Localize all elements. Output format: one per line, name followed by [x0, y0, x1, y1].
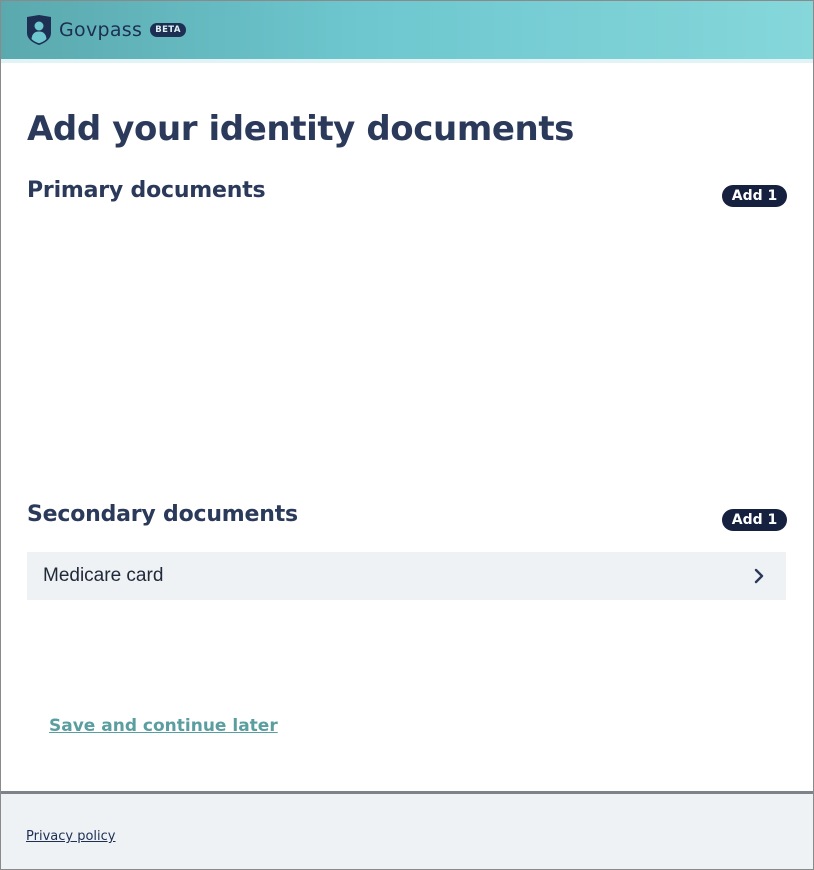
chevron-right-icon [754, 568, 764, 584]
beta-badge: BETA [150, 23, 186, 37]
brand-name: Govpass [59, 19, 143, 41]
site-footer: Privacy policy [1, 791, 813, 869]
primary-documents-heading: Primary documents [27, 178, 266, 203]
add-primary-document-button[interactable]: Add 1 [722, 185, 787, 207]
secondary-documents-heading: Secondary documents [27, 502, 298, 527]
brand[interactable]: Govpass BETA [27, 15, 186, 45]
save-and-continue-later-link[interactable]: Save and continue later [49, 716, 278, 736]
page-title: Add your identity documents [27, 109, 575, 149]
document-label: Medicare card [43, 565, 164, 586]
shield-person-icon [27, 15, 51, 45]
document-row-medicare-card[interactable]: Medicare card [27, 552, 786, 600]
site-header: Govpass BETA [1, 1, 813, 63]
app-window: Govpass BETA Add your identity documents… [0, 0, 814, 870]
privacy-policy-link[interactable]: Privacy policy [26, 829, 115, 844]
add-secondary-document-button[interactable]: Add 1 [722, 509, 787, 531]
